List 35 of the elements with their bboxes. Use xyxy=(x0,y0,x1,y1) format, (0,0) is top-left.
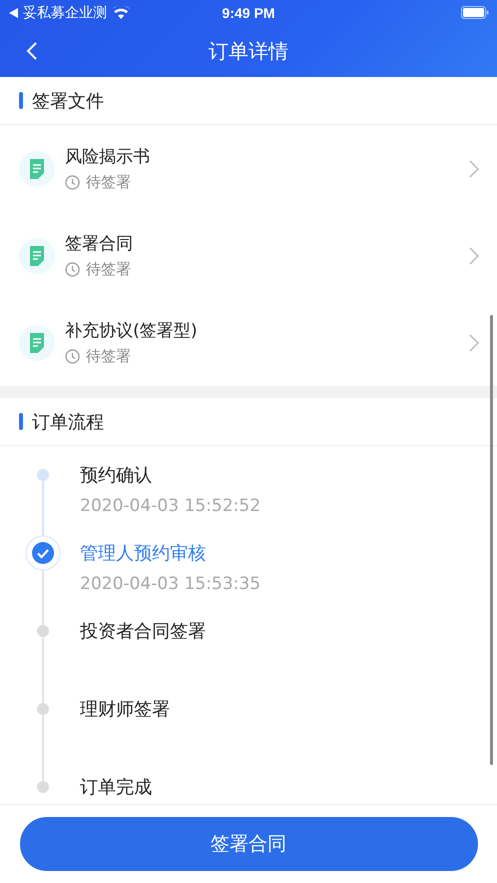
document-icon xyxy=(19,238,55,274)
page-title: 订单详情 xyxy=(208,38,288,64)
section-title: 订单流程 xyxy=(32,410,104,434)
document-status: 待签署 xyxy=(86,347,131,366)
step-name: 投资者合同签署 xyxy=(80,620,206,643)
chevron-right-icon xyxy=(469,246,479,264)
sign-contract-button[interactable]: 签署合同 xyxy=(20,817,478,871)
section-title: 签署文件 xyxy=(32,90,104,112)
battery-icon xyxy=(461,6,489,19)
step-name: 预约确认 xyxy=(80,464,153,487)
document-icon xyxy=(19,150,55,186)
document-icon xyxy=(19,324,55,360)
step-time: 2020-04-03 15:52:52 xyxy=(80,496,261,516)
back-icon[interactable] xyxy=(26,41,38,61)
step-name: 订单完成 xyxy=(80,776,152,799)
back-triangle-icon xyxy=(9,8,18,18)
document-status: 待签署 xyxy=(86,260,131,279)
document-row[interactable]: 补充协议(签署型) 待签署 xyxy=(0,299,497,386)
clock-time: 9:49 PM xyxy=(222,4,275,20)
chevron-right-icon xyxy=(469,334,479,352)
document-name: 签署合同 xyxy=(65,233,134,255)
wifi-icon xyxy=(112,6,130,19)
step-name: 管理人预约审核 xyxy=(80,542,207,565)
document-name: 补充协议(签署型) xyxy=(65,320,198,342)
clock-icon xyxy=(65,349,80,364)
document-status: 待签署 xyxy=(86,173,131,192)
step-time: 2020-04-03 15:53:35 xyxy=(80,574,261,594)
carrier-text: 妥私募企业测 xyxy=(23,4,107,22)
document-name: 风险揭示书 xyxy=(65,146,151,168)
clock-icon xyxy=(65,175,80,190)
document-row[interactable]: 风险揭示书 待签署 xyxy=(0,125,497,212)
chevron-right-icon xyxy=(469,160,479,178)
clock-icon xyxy=(65,262,80,277)
document-row[interactable]: 签署合同 待签署 xyxy=(0,212,497,299)
step-name: 理财师签署 xyxy=(80,698,170,721)
